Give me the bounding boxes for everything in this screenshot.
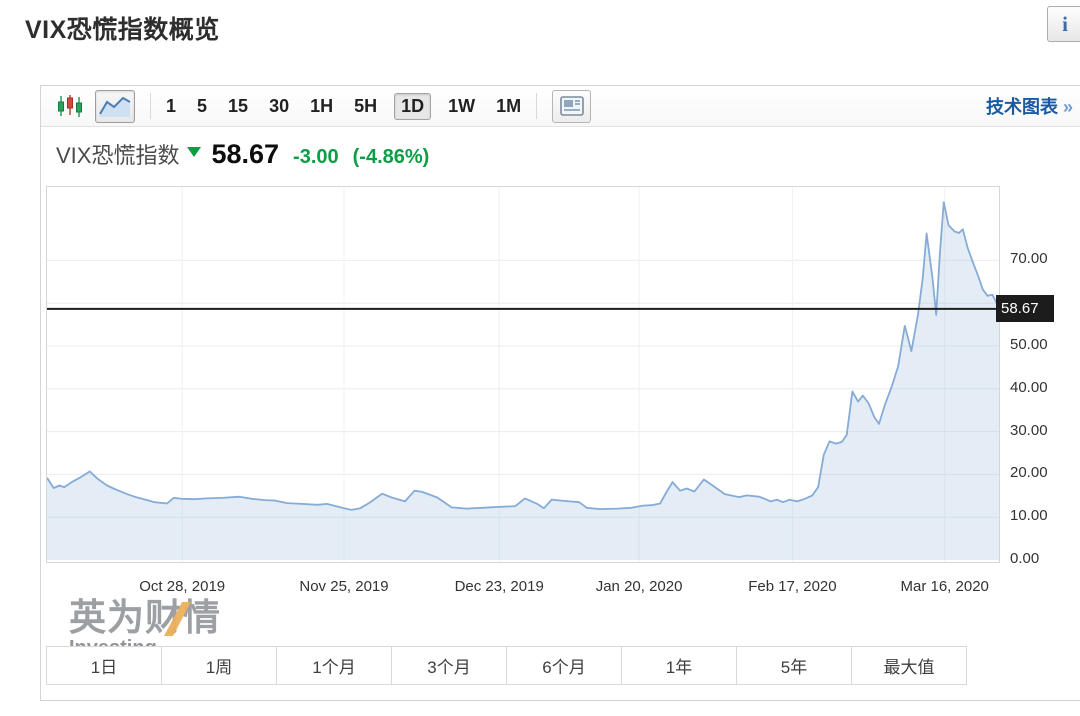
- y-axis-label: 70.00: [1010, 250, 1048, 268]
- watermark-cn: 英为财情: [69, 599, 221, 637]
- chart-widget: 1 5 15 30 1H 5H 1D 1W 1M: [40, 85, 1080, 701]
- technical-chart-link[interactable]: 技术图表 »: [986, 93, 1073, 119]
- toolbar-divider: [536, 93, 537, 119]
- period-1month[interactable]: 1个月: [276, 646, 392, 685]
- interval-5[interactable]: 5: [197, 96, 207, 117]
- chart-canvas: [47, 187, 999, 562]
- page-title: VIX恐慌指数概览: [25, 10, 220, 46]
- y-axis-label: 0.00: [1010, 550, 1039, 568]
- x-axis-label: Feb 17, 2020: [748, 578, 836, 595]
- x-axis-label: Oct 28, 2019: [139, 578, 225, 595]
- technical-chart-label: 技术图表: [986, 97, 1058, 117]
- current-value-badge: 58.67: [996, 295, 1054, 322]
- interval-5h[interactable]: 5H: [354, 96, 377, 117]
- vix-overview-page: VIX恐慌指数概览 i: [0, 0, 1080, 716]
- interval-selector: 1 5 15 30 1H 5H 1D 1W 1M: [166, 93, 521, 120]
- interval-1d-selected[interactable]: 1D: [394, 93, 431, 120]
- period-selector: 1日 1周 1个月 3个月 6个月 1年 5年 最大值: [46, 646, 967, 685]
- info-button[interactable]: i: [1047, 6, 1080, 42]
- x-axis-label: Mar 16, 2020: [900, 578, 988, 595]
- interval-1m[interactable]: 1M: [496, 96, 521, 117]
- y-axis-label: 20.00: [1010, 464, 1048, 482]
- interval-30[interactable]: 30: [269, 96, 289, 117]
- interval-15[interactable]: 15: [228, 96, 248, 117]
- x-axis-label: Dec 23, 2019: [455, 578, 544, 595]
- chart-toolbar: 1 5 15 30 1H 5H 1D 1W 1M: [41, 86, 1080, 127]
- last-price: 58.67: [211, 139, 279, 170]
- y-axis-label: 50.00: [1010, 336, 1048, 354]
- period-3month[interactable]: 3个月: [391, 646, 507, 685]
- price-change: -3.00: [293, 146, 339, 169]
- area-chart-button[interactable]: [95, 90, 135, 123]
- instrument-name: VIX恐慌指数: [56, 138, 179, 170]
- vix-area-chart[interactable]: 英为财情 Investing.com: [46, 186, 1000, 563]
- price-change-percent: (-4.86%): [353, 146, 430, 169]
- interval-1w[interactable]: 1W: [448, 96, 475, 117]
- x-axis-label: Nov 25, 2019: [299, 578, 388, 595]
- y-axis-label: 10.00: [1010, 507, 1048, 525]
- period-max[interactable]: 最大值: [851, 646, 967, 685]
- toolbar-divider: [150, 93, 151, 119]
- news-icon: [560, 96, 584, 116]
- period-1year[interactable]: 1年: [621, 646, 737, 685]
- interval-1h[interactable]: 1H: [310, 96, 333, 117]
- period-1week[interactable]: 1周: [161, 646, 277, 685]
- quote-header: VIX恐慌指数 58.67 -3.00 (-4.86%): [56, 138, 429, 170]
- interval-1[interactable]: 1: [166, 96, 176, 117]
- watermark-orange-slash: [164, 602, 191, 636]
- info-icon: i: [1062, 12, 1068, 37]
- news-panel-button[interactable]: [552, 90, 591, 123]
- period-6month[interactable]: 6个月: [506, 646, 622, 685]
- x-axis-label: Jan 20, 2020: [596, 578, 683, 595]
- y-axis-label: 40.00: [1010, 379, 1048, 397]
- period-1day[interactable]: 1日: [46, 646, 162, 685]
- y-axis-label: 30.00: [1010, 422, 1048, 440]
- down-arrow-icon: [187, 147, 201, 157]
- double-chevron-icon: »: [1063, 97, 1073, 117]
- period-5year[interactable]: 5年: [736, 646, 852, 685]
- area-chart-icon: [99, 94, 131, 118]
- candlestick-icon: [57, 94, 83, 118]
- candlestick-chart-button[interactable]: [55, 91, 85, 121]
